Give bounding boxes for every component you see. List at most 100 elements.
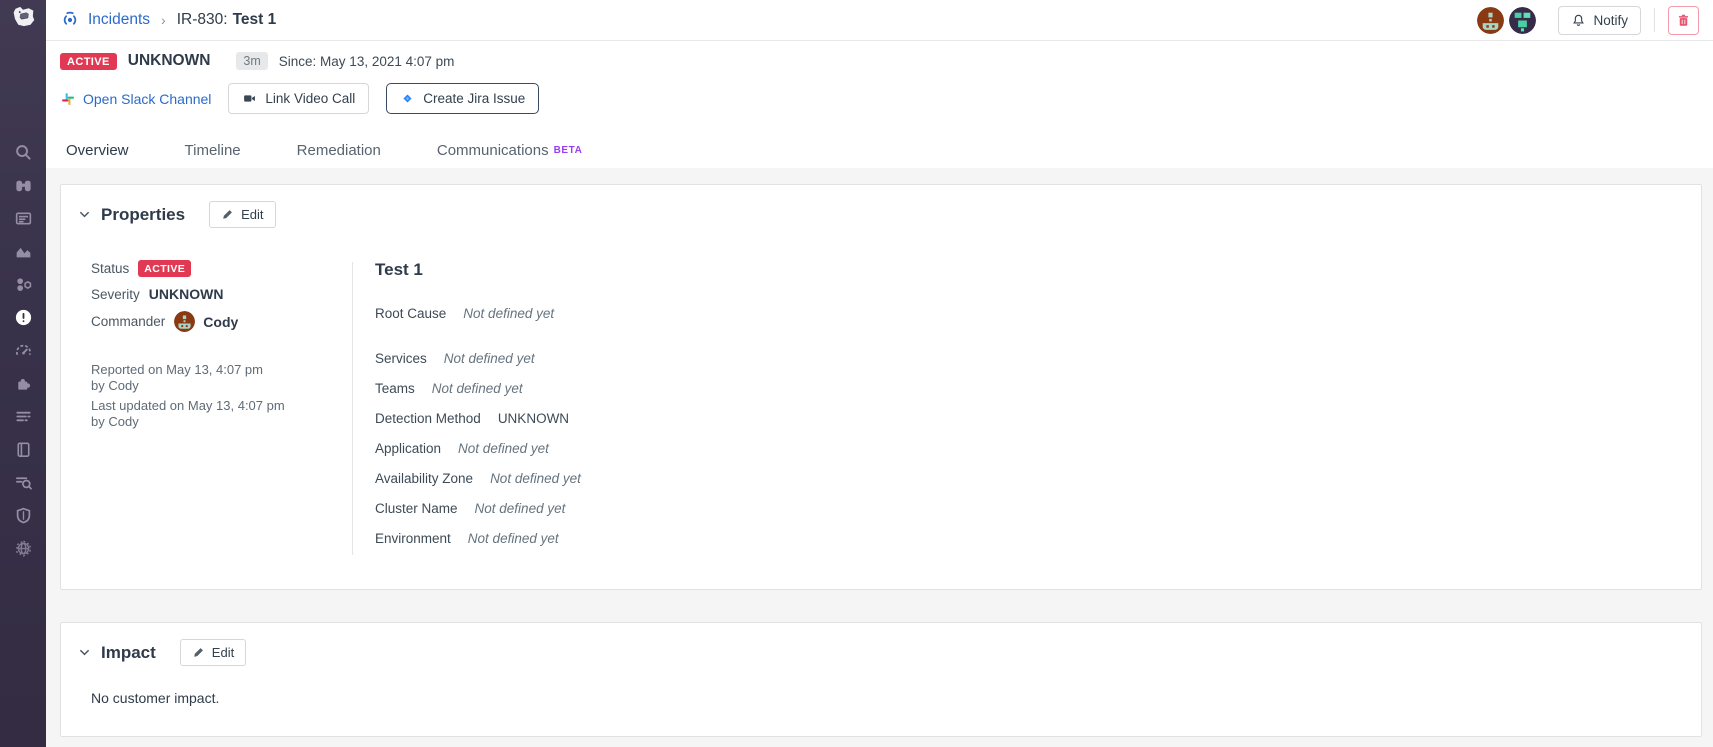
edit-impact-button[interactable]: Edit: [180, 639, 246, 666]
service-map-icon: [14, 275, 33, 294]
jira-issue-label: Create Jira Issue: [423, 91, 525, 106]
pencil-icon: [221, 208, 234, 221]
field-row-availability-zone: Availability Zone Not defined yet: [375, 471, 1701, 486]
updated-on-text: Last updated on May 13, 4:07 pm: [91, 398, 352, 414]
incident-meta: Reported on May 13, 4:07 pm by Cody Last…: [91, 362, 352, 430]
globe-icon: [14, 539, 33, 558]
properties-title: Properties: [101, 205, 185, 225]
reported-on-text: Reported on May 13, 4:07 pm: [91, 362, 352, 378]
datadog-logo[interactable]: [0, 0, 46, 40]
incident-page: Incidents › IR-830: Test 1: [0, 0, 1713, 747]
sidebar-item-integrations[interactable]: [0, 367, 46, 400]
chevron-down-icon[interactable]: [77, 645, 92, 660]
notify-button[interactable]: Notify: [1558, 6, 1641, 35]
duration-badge: 3m: [236, 52, 267, 70]
detection-method-label: Detection Method: [375, 411, 481, 426]
services-label: Services: [375, 351, 427, 366]
breadcrumb-incident-title: Test 1: [233, 11, 277, 29]
availability-zone-label: Availability Zone: [375, 471, 473, 486]
environment-value: Not defined yet: [468, 531, 559, 546]
field-row-root-cause: Root Cause Not defined yet: [375, 306, 1701, 321]
sidebar-item-search[interactable]: [0, 136, 46, 169]
beta-badge: BETA: [554, 145, 583, 156]
open-slack-channel-link[interactable]: Open Slack Channel: [60, 91, 211, 107]
slack-icon: [60, 91, 76, 107]
impact-body-text: No customer impact.: [61, 666, 1701, 706]
incidents-signal-icon: [60, 10, 80, 30]
create-jira-issue-button[interactable]: Create Jira Issue: [386, 83, 539, 114]
detection-method-value: UNKNOWN: [498, 411, 569, 426]
services-value: Not defined yet: [444, 351, 535, 366]
jira-icon: [400, 91, 415, 106]
sidebar-item-pipelines[interactable]: [0, 400, 46, 433]
video-camera-icon: [242, 91, 257, 106]
root-cause-value: Not defined yet: [463, 306, 554, 321]
edit-properties-button[interactable]: Edit: [209, 201, 275, 228]
severity-label: Severity: [91, 287, 140, 302]
binoculars-icon: [14, 176, 33, 195]
breadcrumb-incidents-link[interactable]: Incidents: [88, 11, 150, 29]
environment-label: Environment: [375, 531, 451, 546]
main-area: Incidents › IR-830: Test 1: [46, 0, 1713, 177]
tab-remediation-label: Remediation: [297, 142, 381, 159]
topbar-divider: [1654, 8, 1655, 32]
sidebar-item-notebooks[interactable]: [0, 433, 46, 466]
sidebar-item-metrics[interactable]: [0, 235, 46, 268]
datadog-dog-icon: [8, 5, 38, 35]
properties-card: Properties Edit Status ACTIVE Severity: [60, 184, 1702, 590]
properties-left-column: Status ACTIVE Severity UNKNOWN Commander: [61, 260, 352, 561]
breadcrumb-separator: ›: [161, 12, 166, 28]
root-cause-label: Root Cause: [375, 306, 446, 321]
impact-title: Impact: [101, 643, 156, 663]
gauge-icon: [14, 341, 33, 360]
sidebar-item-incidents[interactable]: [0, 301, 46, 334]
severity-value: UNKNOWN: [128, 52, 211, 70]
sidebar-item-monitors[interactable]: [0, 334, 46, 367]
delete-incident-button[interactable]: [1668, 6, 1699, 35]
bell-icon: [1571, 13, 1586, 28]
impact-card-header: Impact Edit: [61, 623, 1701, 666]
sidebar-item-log-explorer[interactable]: [0, 466, 46, 499]
exclamation-circle-icon: [14, 308, 33, 327]
field-row-cluster-name: Cluster Name Not defined yet: [375, 501, 1701, 516]
incident-statusbar: ACTIVE UNKNOWN 3m Since: May 13, 2021 4:…: [46, 41, 1713, 127]
sidebar-item-apm[interactable]: [0, 268, 46, 301]
sidebar-item-network[interactable]: [0, 532, 46, 565]
sidebar: [0, 0, 46, 747]
properties-right-column: Test 1 Root Cause Not defined yet Servic…: [353, 260, 1701, 561]
sidebar-item-security[interactable]: [0, 499, 46, 532]
topbar-right: Notify: [1472, 6, 1699, 35]
topbar: Incidents › IR-830: Test 1: [46, 0, 1713, 41]
search-icon: [14, 143, 33, 162]
notebook-icon: [14, 440, 33, 459]
updated-by-text: by Cody: [91, 414, 352, 430]
commander-avatar: [174, 311, 195, 332]
application-value: Not defined yet: [458, 441, 549, 456]
severity-property-value: UNKNOWN: [149, 286, 224, 302]
shield-icon: [14, 506, 33, 525]
trash-icon: [1676, 13, 1691, 28]
status-property-row: Status ACTIVE: [91, 260, 352, 277]
status-label: Status: [91, 261, 129, 276]
link-video-call-button[interactable]: Link Video Call: [228, 83, 369, 114]
avatar-cody[interactable]: [1477, 7, 1504, 34]
filter-lines-icon: [14, 407, 33, 426]
tab-timeline-label: Timeline: [185, 142, 241, 159]
properties-card-header: Properties Edit: [61, 185, 1701, 228]
field-row-application: Application Not defined yet: [375, 441, 1701, 456]
chevron-down-icon[interactable]: [77, 207, 92, 222]
sidebar-item-watchdog[interactable]: [0, 169, 46, 202]
field-row-environment: Environment Not defined yet: [375, 531, 1701, 546]
video-call-label: Link Video Call: [265, 91, 355, 106]
sidebar-item-dashboards[interactable]: [0, 202, 46, 235]
incident-title-heading: Test 1: [375, 260, 1701, 280]
cody-avatar-icon: [1477, 7, 1504, 34]
puzzle-icon: [14, 374, 33, 393]
teammate-avatar-icon: [1509, 7, 1536, 34]
teams-label: Teams: [375, 381, 415, 396]
avatar-teammate[interactable]: [1509, 7, 1536, 34]
action-row: Open Slack Channel Link Video Call Creat…: [60, 83, 1699, 114]
severity-property-row: Severity UNKNOWN: [91, 286, 352, 302]
status-row: ACTIVE UNKNOWN 3m Since: May 13, 2021 4:…: [60, 52, 1699, 70]
edit-impact-label: Edit: [212, 645, 234, 660]
